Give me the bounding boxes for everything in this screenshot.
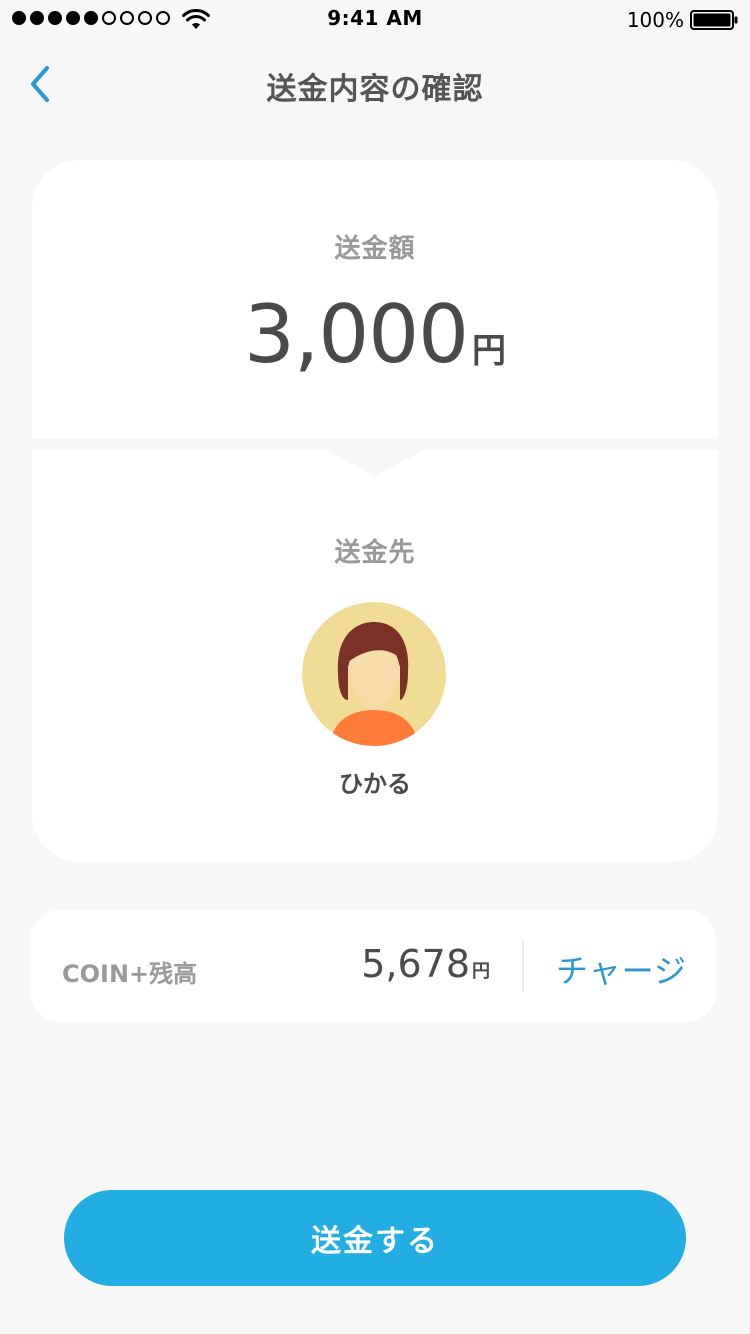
transfer-summary-card: 送金額 3,000 円 送金先 ひかる bbox=[32, 160, 718, 862]
charge-button[interactable]: チャージ bbox=[556, 946, 687, 992]
status-bar: 9:41 AM 100% bbox=[0, 0, 750, 40]
battery-percent: 100% bbox=[626, 8, 684, 32]
nav-bar: 送金内容の確認 bbox=[0, 40, 750, 128]
user-avatar-icon bbox=[302, 602, 446, 746]
section-divider bbox=[32, 439, 718, 476]
balance-amount: 5,678 円 bbox=[361, 942, 490, 986]
battery-icon bbox=[690, 10, 738, 30]
amount-display: 3,000 円 bbox=[32, 288, 718, 381]
amount-value: 3,000 bbox=[243, 288, 469, 381]
recipient-label: 送金先 bbox=[334, 538, 416, 568]
balance-divider bbox=[522, 940, 524, 992]
amount-unit: 円 bbox=[472, 331, 507, 371]
balance-unit: 円 bbox=[472, 961, 490, 982]
amount-label: 送金額 bbox=[334, 234, 416, 264]
balance-card: COIN+残高 5,678 円 チャージ bbox=[30, 910, 716, 1022]
recipient-name: ひかる bbox=[339, 770, 411, 798]
balance-value: 5,678 bbox=[361, 942, 470, 986]
send-button[interactable]: 送金する bbox=[64, 1190, 686, 1286]
balance-label: COIN+残高 bbox=[62, 960, 198, 988]
page-title: 送金内容の確認 bbox=[266, 72, 484, 107]
